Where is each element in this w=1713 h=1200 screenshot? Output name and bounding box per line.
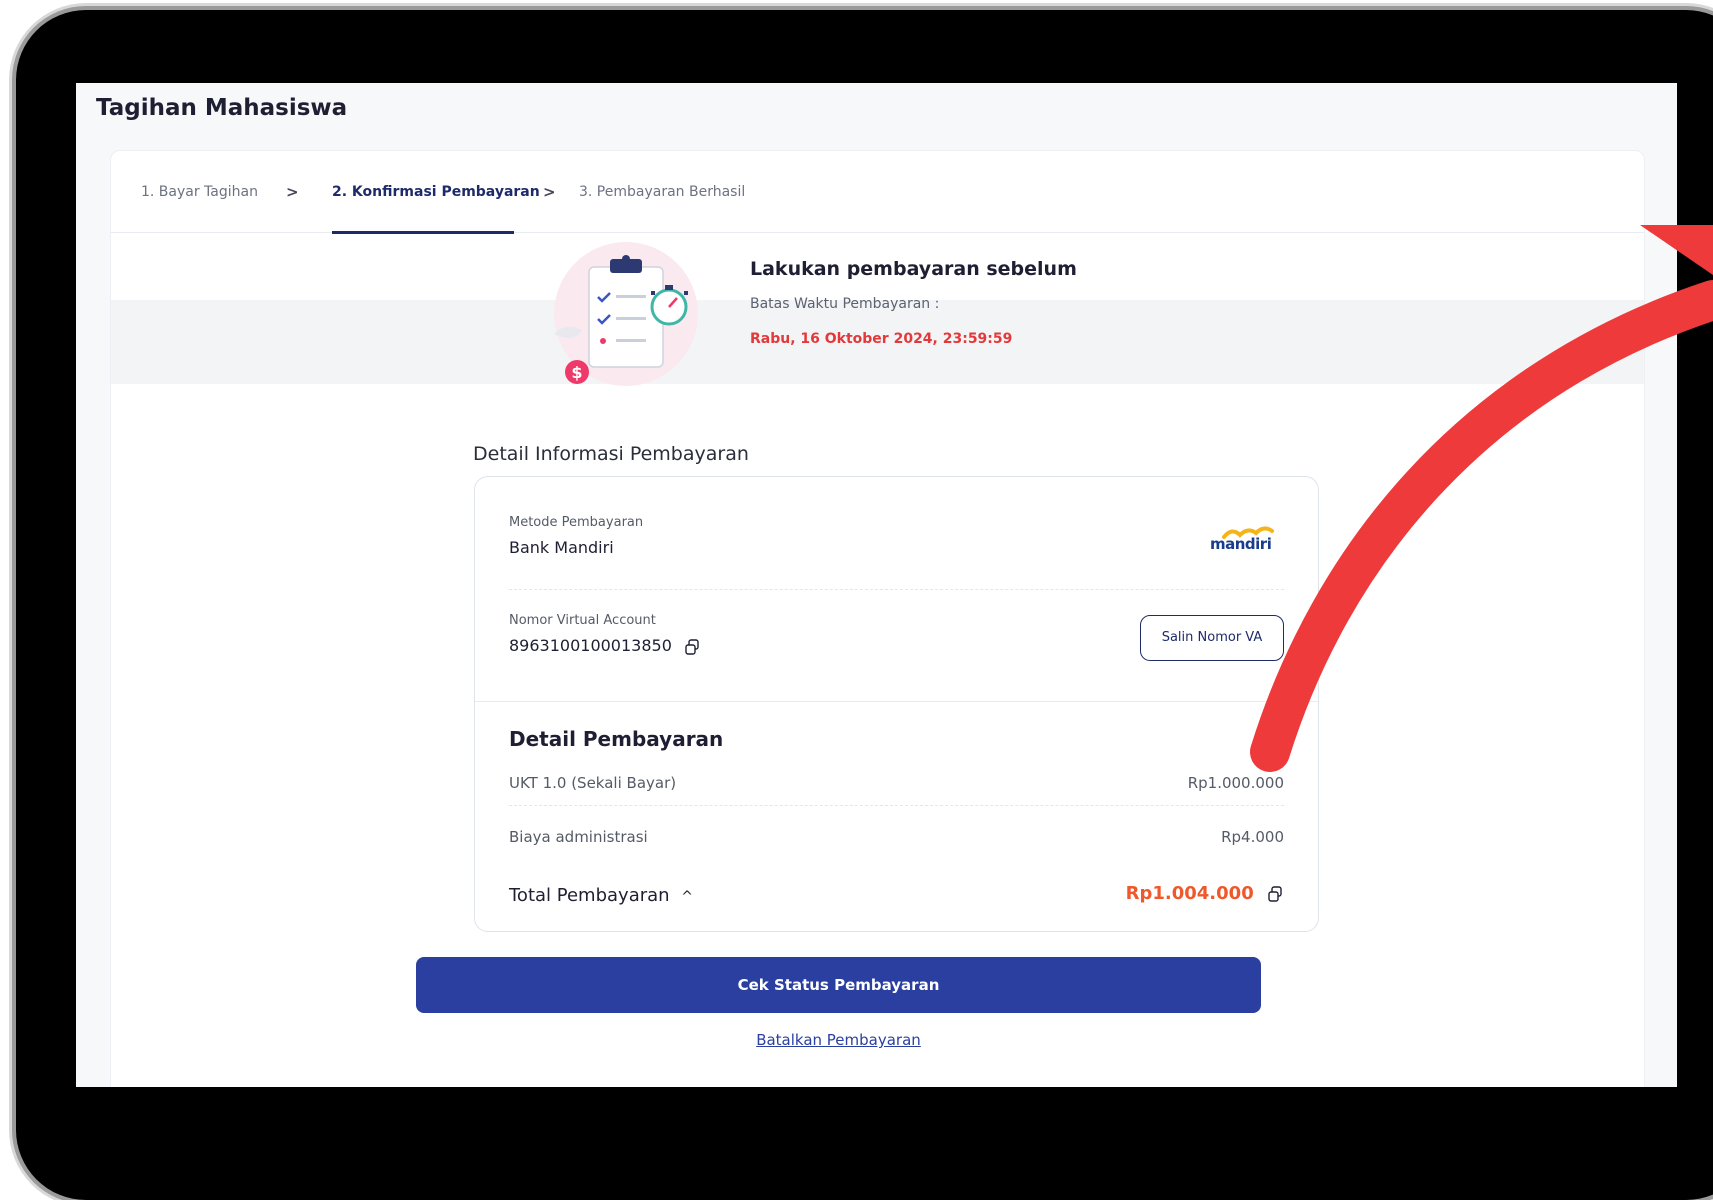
item-value-ukt: Rp1.000.000 <box>1187 774 1284 792</box>
stepper: 1. Bayar Tagihan > 2. Konfirmasi Pembaya… <box>111 151 1644 234</box>
total-value: Rp1.004.000 <box>1125 883 1254 904</box>
deadline-date: Rabu, 16 Oktober 2024, 23:59:59 <box>750 331 1013 347</box>
app-screen: Tagihan Mahasiswa 1. Bayar Tagihan > 2. … <box>76 83 1677 1087</box>
divider <box>475 701 1318 702</box>
item-label-ukt: UKT 1.0 (Sekali Bayar) <box>509 774 677 792</box>
svg-text:$: $ <box>571 363 582 382</box>
section-title: Detail Informasi Pembayaran <box>473 443 749 465</box>
chevron-up-icon: ^ <box>681 889 694 905</box>
deadline-title: Lakukan pembayaran sebelum <box>750 258 1077 280</box>
item-value-admin: Rp4.000 <box>1221 828 1284 846</box>
mandiri-logo: mandiri <box>1210 523 1286 553</box>
clipboard-timer-illustration: $ <box>554 242 698 386</box>
method-value: Bank Mandiri <box>509 538 614 557</box>
payment-card: 1. Bayar Tagihan > 2. Konfirmasi Pembaya… <box>110 150 1645 1087</box>
copy-icon[interactable] <box>683 638 701 656</box>
method-label: Metode Pembayaran <box>509 515 644 530</box>
total-toggle[interactable]: Total Pembayaran ^ <box>509 885 693 906</box>
payment-info-box: Metode Pembayaran Bank Mandiri mandiri N… <box>474 476 1319 932</box>
step-bayar-tagihan[interactable]: 1. Bayar Tagihan <box>141 151 258 233</box>
total-label: Total Pembayaran <box>509 885 670 906</box>
divider <box>509 589 1284 590</box>
va-number: 8963100100013850 <box>509 636 672 655</box>
va-label: Nomor Virtual Account <box>509 613 656 628</box>
step-separator: > <box>286 183 299 201</box>
detail-title: Detail Pembayaran <box>509 727 724 751</box>
va-number-row: 8963100100013850 <box>509 636 701 656</box>
mandiri-logo-text: mandiri <box>1210 535 1272 553</box>
divider <box>509 805 1284 806</box>
item-label-admin: Biaya administrasi <box>509 828 648 846</box>
step-pembayaran-berhasil[interactable]: 3. Pembayaran Berhasil <box>579 151 745 233</box>
copy-va-button[interactable]: Salin Nomor VA <box>1140 615 1284 661</box>
step-separator: > <box>543 183 556 201</box>
total-value-row: Rp1.004.000 <box>1126 883 1284 904</box>
step-konfirmasi-pembayaran[interactable]: 2. Konfirmasi Pembayaran <box>332 151 540 233</box>
deadline-subtitle: Batas Waktu Pembayaran : <box>750 296 940 312</box>
copy-icon[interactable] <box>1266 885 1284 903</box>
check-status-button[interactable]: Cek Status Pembayaran <box>416 957 1261 1013</box>
active-step-indicator <box>332 231 514 234</box>
cancel-payment-link[interactable]: Batalkan Pembayaran <box>416 1031 1261 1049</box>
page-title: Tagihan Mahasiswa <box>96 95 348 121</box>
